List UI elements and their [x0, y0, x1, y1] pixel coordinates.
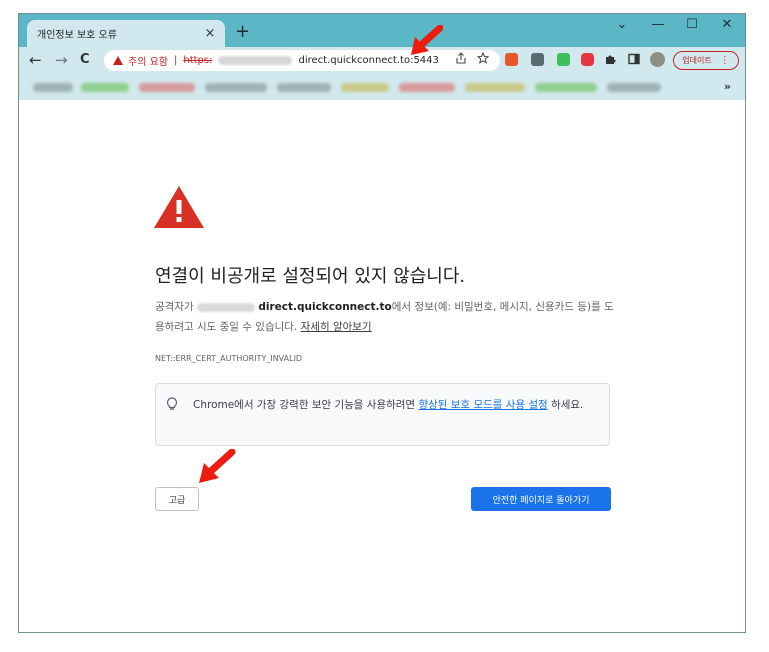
enhanced-protection-link[interactable]: 향상된 보호 모드를 사용 설정	[418, 399, 547, 411]
bookmarks-overflow-button[interactable]: »	[724, 80, 731, 93]
tab-active[interactable]: 개인정보 보호 오류 ×	[27, 20, 225, 47]
lightbulb-icon	[166, 397, 178, 410]
info-suffix: 하세요.	[551, 399, 584, 411]
extensions-puzzle-icon[interactable]	[604, 53, 616, 65]
update-label: 업데이트	[682, 56, 712, 65]
star-icon[interactable]	[477, 52, 489, 64]
enhanced-protection-box: Chrome에서 가장 강력한 보안 기능을 사용하려면 향상된 보호 모드를 …	[155, 383, 610, 446]
tab-close-icon[interactable]: ×	[201, 26, 219, 41]
tab-search-icon[interactable]: ⌄	[607, 17, 637, 32]
bookmark-item[interactable]	[277, 83, 331, 92]
bookmark-item[interactable]	[139, 83, 195, 92]
interstitial-page: 연결이 비공개로 설정되어 있지 않습니다. 공격자가 direct.quick…	[19, 100, 745, 632]
new-tab-button[interactable]: +	[235, 21, 250, 42]
bookmark-item[interactable]	[399, 83, 455, 92]
extension-icon-3[interactable]	[557, 53, 570, 66]
profile-avatar[interactable]	[650, 52, 665, 67]
redacted-subdomain	[196, 302, 255, 312]
redacted-subdomain	[218, 56, 293, 65]
annotation-arrow-icon	[199, 449, 236, 483]
bookmark-item[interactable]	[607, 83, 661, 92]
url-scheme: https:	[183, 55, 213, 66]
minimize-button[interactable]: —	[643, 17, 673, 32]
address-separator: |	[173, 55, 178, 66]
title-bar: 개인정보 보호 오류 × + ⌄ — ☐ ✕	[19, 14, 745, 47]
sidepanel-icon[interactable]	[628, 53, 640, 65]
extension-icon-4[interactable]	[581, 53, 594, 66]
reload-button[interactable]: C	[80, 52, 90, 67]
info-text: Chrome에서 가장 강력한 보안 기능을 사용하려면	[193, 399, 416, 411]
bookmark-item[interactable]	[535, 83, 597, 92]
error-code: NET::ERR_CERT_AUTHORITY_INVALID	[155, 354, 303, 363]
bookmark-item[interactable]	[341, 83, 389, 92]
back-button[interactable]: ←	[29, 51, 42, 69]
share-icon[interactable]	[455, 52, 467, 64]
extension-icon-2[interactable]	[531, 53, 544, 66]
annotation-arrow-icon	[411, 25, 443, 55]
bookmark-item[interactable]	[205, 83, 267, 92]
toolbar: ← → C 주의 요함 | https: direct.quickconnect…	[19, 47, 745, 74]
back-to-safety-button[interactable]: 안전한 페이지로 돌아가기	[471, 487, 611, 511]
bookmark-item[interactable]	[33, 83, 73, 92]
security-warning-chip[interactable]: 주의 요함	[113, 53, 168, 68]
forward-button[interactable]: →	[55, 51, 68, 69]
page-title: 연결이 비공개로 설정되어 있지 않습니다.	[155, 266, 466, 287]
advanced-button[interactable]: 고급	[155, 487, 199, 511]
bookmark-item[interactable]	[465, 83, 525, 92]
body-host: direct.quickconnect.to	[258, 301, 392, 313]
enhanced-protection-text: Chrome에서 가장 강력한 보안 기능을 사용하려면 향상된 보호 모드를 …	[193, 396, 603, 414]
update-button[interactable]: 업데이트 ⋮	[673, 51, 739, 70]
warning-triangle-icon	[154, 186, 204, 228]
learn-more-link[interactable]: 자세히 알아보기	[301, 321, 372, 333]
extension-icon-1[interactable]	[505, 53, 518, 66]
bookmarks-bar: »	[19, 74, 745, 100]
maximize-button[interactable]: ☐	[677, 17, 707, 32]
warning-triangle-icon	[113, 56, 123, 65]
tab-title: 개인정보 보호 오류	[37, 30, 117, 41]
warning-description: 공격자가 direct.quickconnect.to에서 정보(예: 비밀번호…	[155, 297, 615, 337]
body-prefix: 공격자가	[155, 301, 194, 313]
url-host: direct.quickconnect.to	[298, 55, 411, 66]
bookmark-item[interactable]	[81, 83, 129, 92]
menu-dots-icon[interactable]: ⋮	[720, 55, 730, 66]
browser-window: 개인정보 보호 오류 × + ⌄ — ☐ ✕ ← → C 주의 요함 | htt…	[18, 13, 746, 633]
close-window-button[interactable]: ✕	[712, 17, 742, 32]
security-label: 주의 요함	[128, 57, 168, 68]
